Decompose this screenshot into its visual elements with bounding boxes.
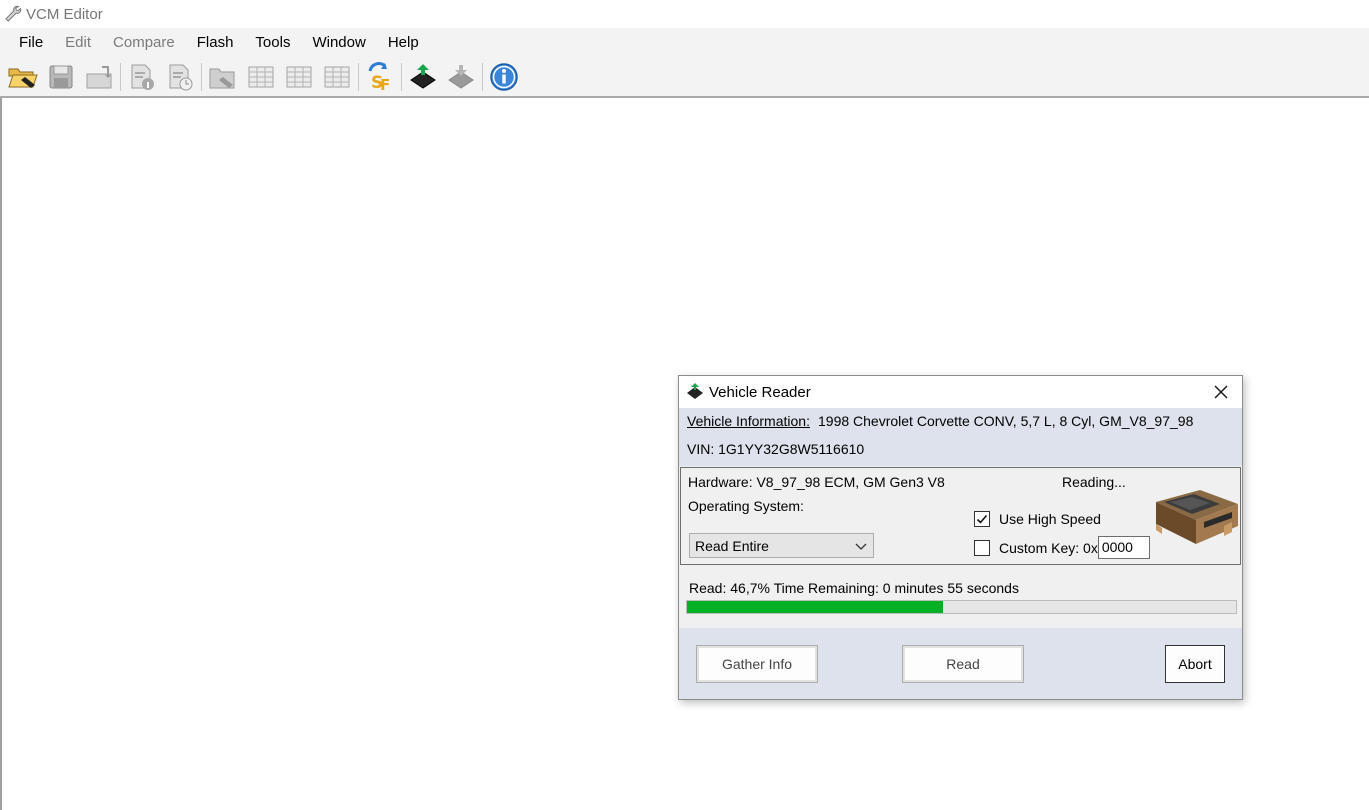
toolbar-separator	[201, 63, 202, 91]
os-label: Operating System:	[688, 498, 804, 514]
menu-file[interactable]: File	[8, 30, 54, 56]
hardware-text: Hardware: V8_97_98 ECM, GM Gen3 V8	[688, 474, 945, 490]
vehicle-info-panel: Vehicle Information: 1998 Chevrolet Corv…	[679, 408, 1242, 466]
read-vehicle-icon[interactable]	[404, 59, 442, 95]
table-edit-icon[interactable]	[280, 59, 318, 95]
custom-key-row: Custom Key: 0x 0000	[974, 536, 1150, 559]
folder-open-disabled-icon[interactable]	[204, 59, 242, 95]
dialog-title: Vehicle Reader	[709, 383, 811, 401]
wrench-icon	[2, 3, 24, 25]
vehicle-reader-dialog: Vehicle Reader Vehicle Information: 1998…	[678, 375, 1243, 700]
file-history-icon[interactable]	[161, 59, 199, 95]
custom-key-checkbox[interactable]	[974, 539, 990, 556]
table-icon[interactable]	[242, 59, 280, 95]
file-info-icon[interactable]	[123, 59, 161, 95]
toolbar-separator	[358, 63, 359, 91]
read-mode-select[interactable]: Read Entire	[689, 533, 874, 558]
menu-compare[interactable]: Compare	[102, 30, 186, 56]
gather-info-button[interactable]: Gather Info	[696, 645, 818, 683]
vin-text: VIN: 1G1YY32G8W5116610	[687, 441, 865, 457]
chevron-down-icon	[855, 539, 867, 555]
abort-button[interactable]: Abort	[1165, 645, 1225, 683]
menu-edit[interactable]: Edit	[54, 30, 102, 56]
scan-file-icon[interactable]: S F	[361, 59, 399, 95]
save-icon[interactable]	[42, 59, 80, 95]
menu-bar: File Edit Compare Flash Tools Window Hel…	[0, 28, 1369, 58]
progress-fill	[687, 601, 944, 613]
toolbar-separator	[120, 63, 121, 91]
use-high-speed-label: Use High Speed	[999, 511, 1101, 527]
hardware-panel: Hardware: V8_97_98 ECM, GM Gen3 V8 Readi…	[680, 467, 1241, 565]
custom-key-input[interactable]: 0000	[1097, 536, 1150, 559]
read-button[interactable]: Read	[902, 645, 1024, 683]
progress-area: Read: 46,7% Time Remaining: 0 minutes 55…	[679, 566, 1242, 628]
toolbar-separator	[482, 63, 483, 91]
read-mode-value: Read Entire	[695, 537, 769, 554]
button-panel: Gather Info Read Abort	[679, 628, 1242, 699]
progress-text: Read: 46,7% Time Remaining: 0 minutes 55…	[689, 580, 1019, 596]
info-icon[interactable]	[485, 59, 523, 95]
menu-tools[interactable]: Tools	[244, 30, 301, 56]
menu-window[interactable]: Window	[301, 30, 376, 56]
status-text: Reading...	[1062, 474, 1126, 490]
use-high-speed-checkbox[interactable]	[974, 511, 990, 527]
window-title: VCM Editor	[26, 5, 103, 23]
vehicle-info-label: Vehicle Information:	[687, 413, 810, 429]
menu-help[interactable]: Help	[377, 30, 430, 56]
menu-flash[interactable]: Flash	[186, 30, 245, 56]
write-vehicle-icon[interactable]	[442, 59, 480, 95]
svg-text:F: F	[380, 76, 390, 93]
close-icon[interactable]	[1208, 380, 1234, 404]
toolbar: S F	[0, 58, 1369, 98]
use-high-speed-row: Use High Speed	[974, 511, 1101, 527]
progress-bar	[686, 600, 1237, 614]
toolbar-separator	[401, 63, 402, 91]
vehicle-info-value: 1998 Chevrolet Corvette CONV, 5,7 L, 8 C…	[818, 413, 1194, 429]
open-folder-icon[interactable]	[4, 59, 42, 95]
custom-key-label: Custom Key: 0x	[999, 539, 1098, 556]
chip-icon	[685, 382, 705, 402]
undo-icon[interactable]	[80, 59, 118, 95]
ecm-module-image	[1150, 480, 1242, 552]
app-titlebar: VCM Editor	[0, 0, 1369, 28]
table-compare-icon[interactable]	[318, 59, 356, 95]
dialog-titlebar[interactable]: Vehicle Reader	[679, 376, 1242, 408]
